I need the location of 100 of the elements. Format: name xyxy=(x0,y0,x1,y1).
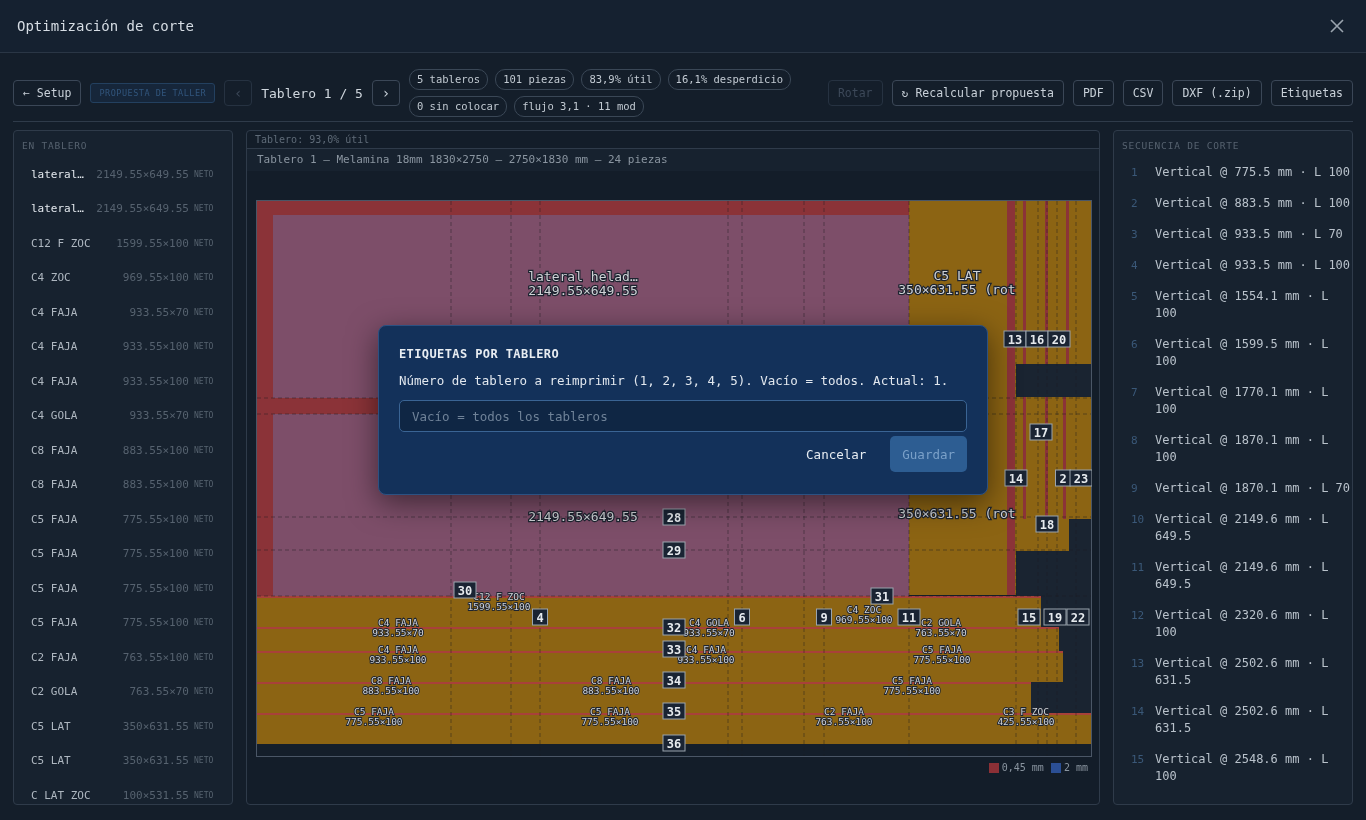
panel-heading: EN TABLERO xyxy=(21,139,89,153)
piece-label: C8 FAJA 883.55×100 xyxy=(582,674,640,696)
cut-step: Vertical @ 2320.6 mm · L 100 xyxy=(1155,607,1352,641)
cut-step: Vertical @ 2502.6 mm · L 631.5 xyxy=(1155,703,1352,737)
toolbar-button[interactable]: ↻ Recalcular propuesta xyxy=(891,80,1064,106)
piece-label: lateral helad… 2149.55×649.55 xyxy=(528,269,638,298)
net-tag: NETO xyxy=(194,583,215,593)
stat-chip: 5 tableros xyxy=(408,69,489,90)
net-tag: NETO xyxy=(194,411,215,421)
piece-number: 13 xyxy=(1003,330,1027,348)
stat-chip: 16,1% desperdicio xyxy=(667,69,792,90)
board-indicator: Tablero 1 / 5 xyxy=(261,85,363,101)
proposal-tag: PROPUESTA DE TALLER xyxy=(90,83,216,103)
net-tag: NETO xyxy=(194,376,215,386)
piece-size: 933.55×100 xyxy=(122,340,189,354)
next-button[interactable]: › xyxy=(371,80,400,106)
cut-step: Vertical @ 1770.1 mm · L 100 xyxy=(1155,384,1352,418)
legend-label: 0,45 mm xyxy=(1001,762,1044,773)
cut-step: Vertical @ 2502.6 mm · L 631.5 xyxy=(1155,655,1352,689)
cut-step: Vertical @ 933.5 mm · L 70 xyxy=(1155,226,1352,243)
piece-size: 763.55×70 xyxy=(129,685,189,699)
step-number: 3 xyxy=(1131,227,1139,243)
piece-size: 969.55×100 xyxy=(122,271,189,285)
piece-size: 933.55×70 xyxy=(129,409,189,423)
step-number: 14 xyxy=(1131,704,1146,720)
piece-number: 28 xyxy=(662,508,686,526)
cut-step: Vertical @ 883.5 mm · L 100 xyxy=(1155,195,1352,212)
piece-size: 933.55×70 xyxy=(129,305,189,319)
piece-size: 350×631.55 xyxy=(122,754,189,768)
net-tag: NETO xyxy=(194,204,215,214)
step-number: 6 xyxy=(1131,337,1139,353)
piece-size: 763.55×100 xyxy=(122,650,189,664)
net-tag: NETO xyxy=(194,238,215,248)
step-number: 1 xyxy=(1131,165,1139,181)
cut-step: Vertical @ 1870.1 mm · L 100 xyxy=(1155,432,1352,466)
piece-name: C4 GOLA xyxy=(31,409,79,423)
piece-label: C2 FAJA 763.55×100 xyxy=(815,705,873,727)
piece-size: 775.55×100 xyxy=(122,581,189,595)
window-title: Optimización de corte xyxy=(17,18,194,34)
piece-number: 11 xyxy=(897,608,921,626)
piece-number: 16 xyxy=(1025,330,1049,348)
piece-name: C2 GOLA xyxy=(31,685,79,699)
piece-label: C8 FAJA 883.55×100 xyxy=(362,674,420,696)
net-tag: NETO xyxy=(194,307,215,317)
stat-chip: 0 sin colocar xyxy=(408,96,508,117)
cancel-button[interactable]: Cancelar xyxy=(794,436,879,472)
piece-name: C LAT ZOC xyxy=(31,788,92,802)
toolbar-button[interactable]: DXF (.zip) xyxy=(1172,80,1262,106)
piece-size: 775.55×100 xyxy=(122,512,189,526)
cut-step: Vertical @ 933.5 mm · L 100 xyxy=(1155,257,1352,274)
piece-label: C4 GOLA 933.55×70 xyxy=(683,616,735,638)
piece-name: C5 FAJA xyxy=(31,512,79,526)
toolbar-button[interactable]: CSV xyxy=(1122,80,1164,106)
stat-chip: 101 piezas xyxy=(495,69,575,90)
piece-name: lateral… xyxy=(31,202,85,216)
piece-number: 4 xyxy=(532,608,548,626)
piece-size: 775.55×100 xyxy=(122,616,189,630)
step-number: 10 xyxy=(1131,512,1146,528)
cut-step: Vertical @ 1870.1 mm · L 70 xyxy=(1155,480,1352,497)
net-tag: NETO xyxy=(194,273,215,283)
piece-name: C4 FAJA xyxy=(31,305,79,319)
piece-label: 350×631.55 (rot xyxy=(898,506,1016,521)
stat-chip: flujo 3,1 · 11 mod xyxy=(514,96,644,117)
cut-step: Vertical @ 2149.6 mm · L 649.5 xyxy=(1155,559,1352,593)
piece-number: 6 xyxy=(734,608,750,626)
step-number: 9 xyxy=(1131,481,1139,497)
piece-number: 17 xyxy=(1029,423,1053,441)
net-tag: NETO xyxy=(194,652,215,662)
toolbar-button[interactable]: PDF xyxy=(1072,80,1114,106)
cut-step: Vertical @ 1599.5 mm · L 100 xyxy=(1155,336,1352,370)
piece-size: 933.55×100 xyxy=(122,374,189,388)
toolbar-button[interactable]: Etiquetas xyxy=(1270,80,1353,106)
net-tag: NETO xyxy=(194,721,215,731)
step-number: 11 xyxy=(1131,560,1146,576)
piece-number: 31 xyxy=(870,587,894,605)
dialog-title: ETIQUETAS POR TABLERO xyxy=(399,347,561,361)
piece-label: C5 FAJA 775.55×100 xyxy=(345,705,403,727)
cut-step: Vertical @ 2149.6 mm · L 649.5 xyxy=(1155,511,1352,545)
piece-name: C8 FAJA xyxy=(31,443,79,457)
piece-number: 22 xyxy=(1066,608,1090,626)
cut-step: Vertical @ 2548.6 mm · L 100 xyxy=(1155,751,1352,785)
net-tag: NETO xyxy=(194,514,215,524)
piece-size: 1599.55×100 xyxy=(116,236,189,250)
board-number-field[interactable]: Vacío = todos los tableros xyxy=(399,400,967,432)
back-button[interactable]: ← Setup xyxy=(13,80,82,106)
step-number: 8 xyxy=(1131,433,1139,449)
cut-step: Vertical @ 775.5 mm · L 100 xyxy=(1155,164,1352,181)
piece-name: C5 FAJA xyxy=(31,616,79,630)
step-number: 13 xyxy=(1131,656,1146,672)
net-tag: NETO xyxy=(194,445,215,455)
piece-number: 20 xyxy=(1047,330,1071,348)
piece-size: 775.55×100 xyxy=(122,547,189,561)
net-tag: NETO xyxy=(194,169,215,179)
piece-name: C4 FAJA xyxy=(31,340,79,354)
piece-label: C5 FAJA 775.55×100 xyxy=(883,674,941,696)
piece-name: C4 FAJA xyxy=(31,374,79,388)
piece-label: C4 ZOC 969.55×100 xyxy=(835,603,893,625)
piece-label: C4 FAJA 933.55×70 xyxy=(372,616,424,638)
step-number: 7 xyxy=(1131,385,1139,401)
cut-step: Vertical @ 1554.1 mm · L 100 xyxy=(1155,288,1352,322)
